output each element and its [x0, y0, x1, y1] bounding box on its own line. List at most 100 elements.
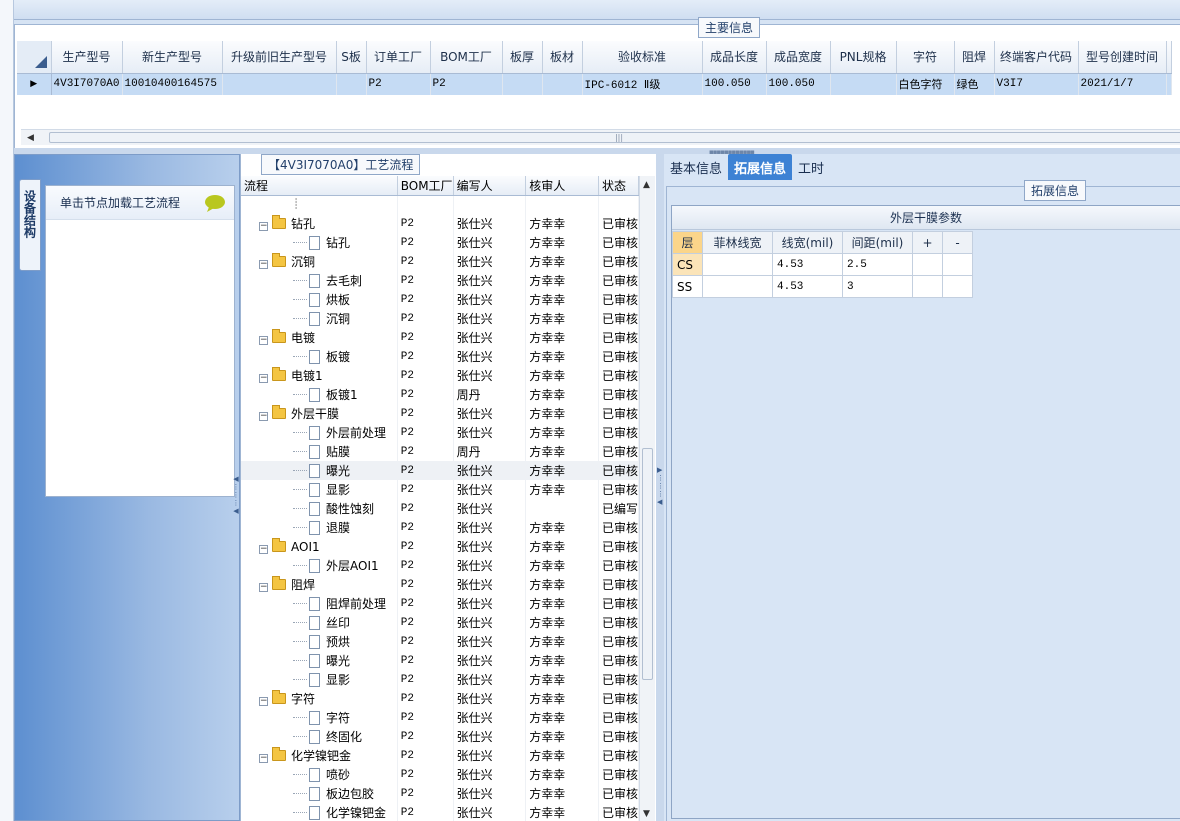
- table-cell[interactable]: P2: [397, 575, 454, 594]
- column-header[interactable]: -: [942, 231, 973, 254]
- table-cell[interactable]: 周丹: [453, 442, 527, 461]
- tree-node[interactable]: 贴膜: [241, 442, 398, 461]
- table-cell[interactable]: 方幸幸: [525, 803, 599, 821]
- table-cell[interactable]: 已审核: [598, 309, 639, 328]
- table-cell[interactable]: P2: [397, 271, 454, 290]
- table-cell[interactable]: 已审核: [598, 214, 639, 233]
- table-cell[interactable]: 已审核: [598, 784, 639, 803]
- table-cell[interactable]: P2: [397, 727, 454, 746]
- scroll-left-icon[interactable]: ◀: [27, 130, 34, 146]
- tree-node[interactable]: 烘板: [241, 290, 398, 309]
- table-cell[interactable]: 张仕兴: [453, 670, 527, 689]
- table-cell[interactable]: 已审核: [598, 233, 639, 252]
- tree-node[interactable]: 化学镍钯金: [241, 803, 398, 821]
- scroll-down-icon[interactable]: ▼: [643, 809, 650, 819]
- table-row[interactable]: − 沉铜 P2 张仕兴 方幸幸 已审核: [241, 252, 639, 271]
- table-cell[interactable]: 张仕兴: [453, 404, 527, 423]
- table-row[interactable]: 板边包胶 P2 张仕兴 方幸幸 已审核: [241, 784, 639, 803]
- table-cell[interactable]: P2: [397, 404, 454, 423]
- vertical-splitter[interactable]: ▶ ⋮ ⋮ ⋮ ◀: [656, 154, 664, 821]
- table-cell[interactable]: 已审核: [598, 670, 639, 689]
- table-row[interactable]: 显影 P2 张仕兴 方幸幸 已审核: [241, 480, 639, 499]
- table-cell[interactable]: 张仕兴: [453, 461, 527, 480]
- table-cell[interactable]: 已审核: [598, 803, 639, 821]
- table-cell[interactable]: [912, 253, 943, 276]
- table-row[interactable]: ▶ 4V3I7070A0 10010400164575 P2 P2 IPC-6012 Ⅱ…: [17, 73, 1172, 95]
- table-cell[interactable]: 张仕兴: [453, 347, 527, 366]
- table-cell[interactable]: 已审核: [598, 594, 639, 613]
- table-cell[interactable]: 张仕兴: [453, 423, 527, 442]
- table-cell[interactable]: P2: [397, 442, 454, 461]
- table-cell[interactable]: P2: [397, 423, 454, 442]
- tree-node[interactable]: − 字符: [241, 689, 398, 708]
- tree-node[interactable]: 酸性蚀刻: [241, 499, 398, 518]
- table-row[interactable]: − 外层干膜 P2 张仕兴 方幸幸 已审核: [241, 404, 639, 423]
- table-cell[interactable]: 方幸幸: [525, 366, 599, 385]
- table-cell[interactable]: 10010400164575: [122, 73, 223, 95]
- grid-corner[interactable]: [17, 41, 52, 74]
- node-hint-header[interactable]: 单击节点加载工艺流程: [46, 186, 234, 220]
- tree-node[interactable]: 退膜: [241, 518, 398, 537]
- table-cell[interactable]: 方幸幸: [525, 233, 599, 252]
- table-cell[interactable]: 张仕兴: [453, 613, 527, 632]
- table-row[interactable]: 烘板 P2 张仕兴 方幸幸 已审核: [241, 290, 639, 309]
- table-row[interactable]: − 电镀 P2 张仕兴 方幸幸 已审核: [241, 328, 639, 347]
- column-header[interactable]: PNL规格: [830, 41, 897, 74]
- table-cell[interactable]: [702, 253, 773, 276]
- table-cell[interactable]: P2: [397, 632, 454, 651]
- tree-node[interactable]: − 电镀: [241, 328, 398, 347]
- column-header[interactable]: 验收标准: [582, 41, 703, 74]
- table-cell[interactable]: 4V3I7070A0: [51, 73, 123, 95]
- table-cell[interactable]: P2: [397, 461, 454, 480]
- table-cell[interactable]: 已审核: [598, 765, 639, 784]
- tree-node[interactable]: − 钻孔: [241, 214, 398, 233]
- table-cell[interactable]: 方幸幸: [525, 670, 599, 689]
- table-cell[interactable]: 张仕兴: [453, 290, 527, 309]
- table-cell[interactable]: 已审核: [598, 328, 639, 347]
- column-header[interactable]: 层: [672, 231, 703, 254]
- tree-node[interactable]: 喷砂: [241, 765, 398, 784]
- table-cell[interactable]: P2: [397, 385, 454, 404]
- table-cell[interactable]: 周丹: [453, 385, 527, 404]
- table-cell[interactable]: 方幸幸: [525, 309, 599, 328]
- table-cell[interactable]: 方幸幸: [525, 271, 599, 290]
- table-cell[interactable]: 张仕兴: [453, 575, 527, 594]
- table-cell[interactable]: P2: [397, 803, 454, 821]
- flow-vertical-scrollbar[interactable]: ▲ ▼: [639, 176, 655, 821]
- table-cell[interactable]: 张仕兴: [453, 632, 527, 651]
- table-row[interactable]: − 阻焊 P2 张仕兴 方幸幸 已审核: [241, 575, 639, 594]
- table-cell[interactable]: 已审核: [598, 290, 639, 309]
- table-cell[interactable]: 方幸幸: [525, 404, 599, 423]
- collapse-icon[interactable]: −: [259, 544, 268, 554]
- column-header[interactable]: 线宽(mil): [772, 231, 843, 254]
- table-cell[interactable]: SS: [672, 275, 703, 298]
- column-header[interactable]: 成品长度: [702, 41, 767, 74]
- tree-node[interactable]: 显影: [241, 670, 398, 689]
- table-row[interactable]: − 电镀1 P2 张仕兴 方幸幸 已审核: [241, 366, 639, 385]
- table-cell[interactable]: 2.5: [842, 253, 913, 276]
- nav-splitter[interactable]: ◀ ⋮ ⋮ ⋮ ◀: [232, 475, 240, 545]
- table-cell[interactable]: 方幸幸: [525, 480, 599, 499]
- table-cell[interactable]: 方幸幸: [525, 708, 599, 727]
- table-cell[interactable]: 方幸幸: [525, 727, 599, 746]
- table-cell[interactable]: 张仕兴: [453, 309, 527, 328]
- tree-node[interactable]: 丝印: [241, 613, 398, 632]
- table-cell[interactable]: 张仕兴: [453, 651, 527, 670]
- tree-node[interactable]: 去毛刺: [241, 271, 398, 290]
- table-cell[interactable]: 张仕兴: [453, 214, 527, 233]
- table-row[interactable]: 退膜 P2 张仕兴 方幸幸 已审核: [241, 518, 639, 537]
- tree-node[interactable]: 曝光: [241, 461, 398, 480]
- table-cell[interactable]: 已审核: [598, 442, 639, 461]
- table-row[interactable]: 显影 P2 张仕兴 方幸幸 已审核: [241, 670, 639, 689]
- table-cell[interactable]: P2: [430, 73, 503, 95]
- table-cell[interactable]: 已审核: [598, 708, 639, 727]
- table-row[interactable]: − 化学镍钯金 P2 张仕兴 方幸幸 已审核: [241, 746, 639, 765]
- table-cell[interactable]: 已审核: [598, 252, 639, 271]
- table-cell[interactable]: P2: [397, 309, 454, 328]
- table-cell[interactable]: [336, 73, 367, 95]
- column-header[interactable]: 字符: [896, 41, 955, 74]
- column-header[interactable]: 生产型号: [51, 41, 123, 74]
- collapse-icon[interactable]: −: [259, 260, 268, 269]
- tree-node[interactable]: 沉铜: [241, 309, 398, 328]
- column-header[interactable]: BOM工厂: [397, 176, 454, 196]
